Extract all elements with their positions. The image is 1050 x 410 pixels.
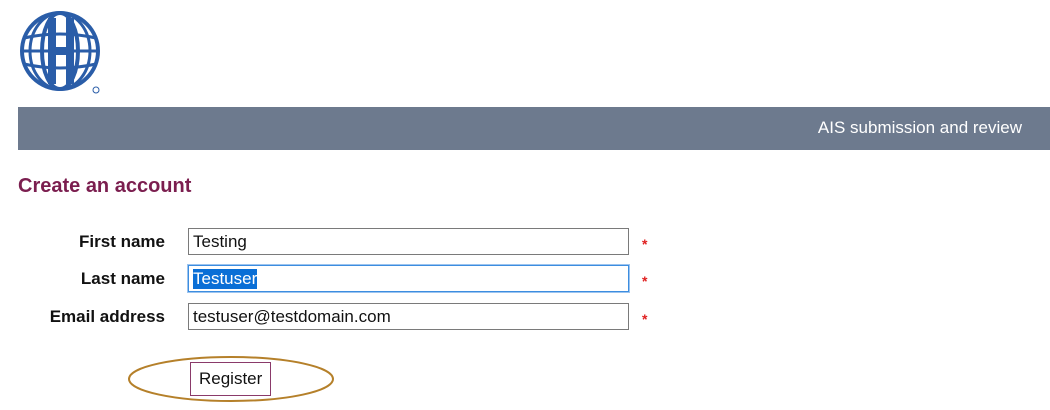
register-button[interactable]: Register (190, 362, 272, 396)
page: AIS submission and review Create an acco… (0, 0, 1050, 410)
email-address-label: Email address (49, 307, 165, 326)
globe-logo (20, 11, 100, 94)
banner-title: AIS submission and review (817, 118, 1022, 137)
first-name-label: First name (79, 232, 165, 251)
last-name-required-mark: * (642, 273, 648, 289)
first-name-input[interactable] (188, 228, 629, 255)
email-address-required-mark: * (642, 311, 648, 327)
first-name-required-mark: * (642, 236, 648, 252)
header-banner: AIS submission and review (18, 107, 1050, 150)
last-name-label: Last name (80, 269, 165, 288)
last-name-input[interactable] (188, 265, 629, 292)
email-address-input[interactable] (188, 303, 629, 330)
page-title: Create an account (18, 175, 192, 197)
